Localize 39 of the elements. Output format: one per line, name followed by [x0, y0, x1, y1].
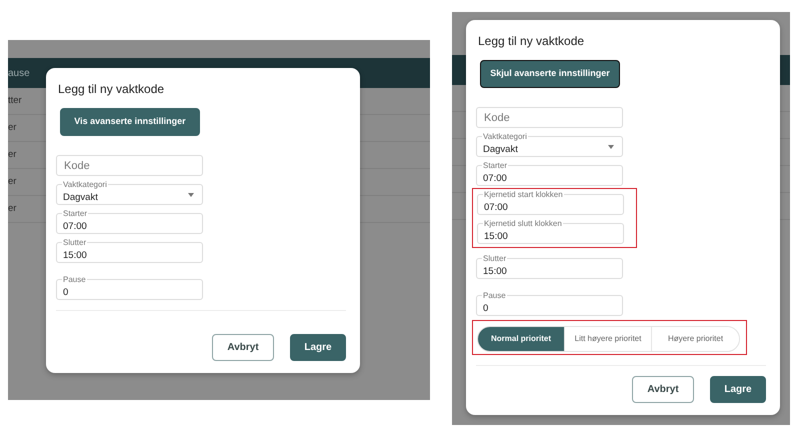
input-field[interactable]: Kode — [56, 155, 203, 176]
field-label: Vaktkategori — [62, 180, 108, 189]
field-label: Pause — [62, 275, 87, 284]
field-value: 15:00 — [63, 250, 87, 261]
table-cell-text: er — [8, 148, 18, 162]
table-cell-text: er — [8, 202, 18, 216]
field-label: Kjernetid slutt klokken — [483, 219, 563, 228]
field-value: 15:00 — [484, 231, 508, 242]
field-value: 0 — [63, 287, 68, 298]
field-label: Vaktkategori — [482, 132, 528, 141]
column-header: ause — [8, 66, 31, 80]
field-value: 07:00 — [483, 173, 507, 184]
cancel-button[interactable]: Avbryt — [632, 376, 694, 403]
field-value: 0 — [483, 303, 488, 314]
table-cell-text: er — [8, 120, 18, 135]
field-label: Starter — [482, 161, 508, 170]
save-button[interactable]: Lagre — [710, 376, 766, 403]
field-label: Slutter — [482, 254, 508, 263]
caret-icon — [188, 193, 194, 197]
field-value: Dagvakt — [63, 192, 98, 203]
field-label: Pause — [482, 291, 507, 300]
field-label: Kjernetid start klokken — [483, 190, 564, 199]
dialog-title: Legg til ny vaktkode — [478, 33, 584, 50]
field-label: Starter — [62, 209, 88, 218]
save-button[interactable]: Lagre — [290, 334, 346, 361]
input-field[interactable]: Kode — [476, 107, 623, 128]
segment-button[interactable]: Normal prioritet — [478, 327, 565, 351]
toggle-button[interactable]: Skjul avanserte innstillinger — [480, 60, 620, 88]
caret-icon — [608, 145, 614, 149]
toggle-button[interactable]: Vis avanserte innstillinger — [60, 108, 200, 136]
table-cell-text: er — [8, 174, 18, 189]
field-value: Dagvakt — [483, 144, 518, 155]
field-label: Slutter — [62, 238, 88, 247]
field-value: 07:00 — [484, 202, 508, 213]
dialog-title: Legg til ny vaktkode — [58, 81, 164, 98]
field-value: 15:00 — [483, 266, 507, 277]
table-cell-text: tter — [8, 94, 23, 108]
field-value: 07:00 — [63, 221, 87, 232]
cancel-button[interactable]: Avbryt — [212, 334, 274, 361]
